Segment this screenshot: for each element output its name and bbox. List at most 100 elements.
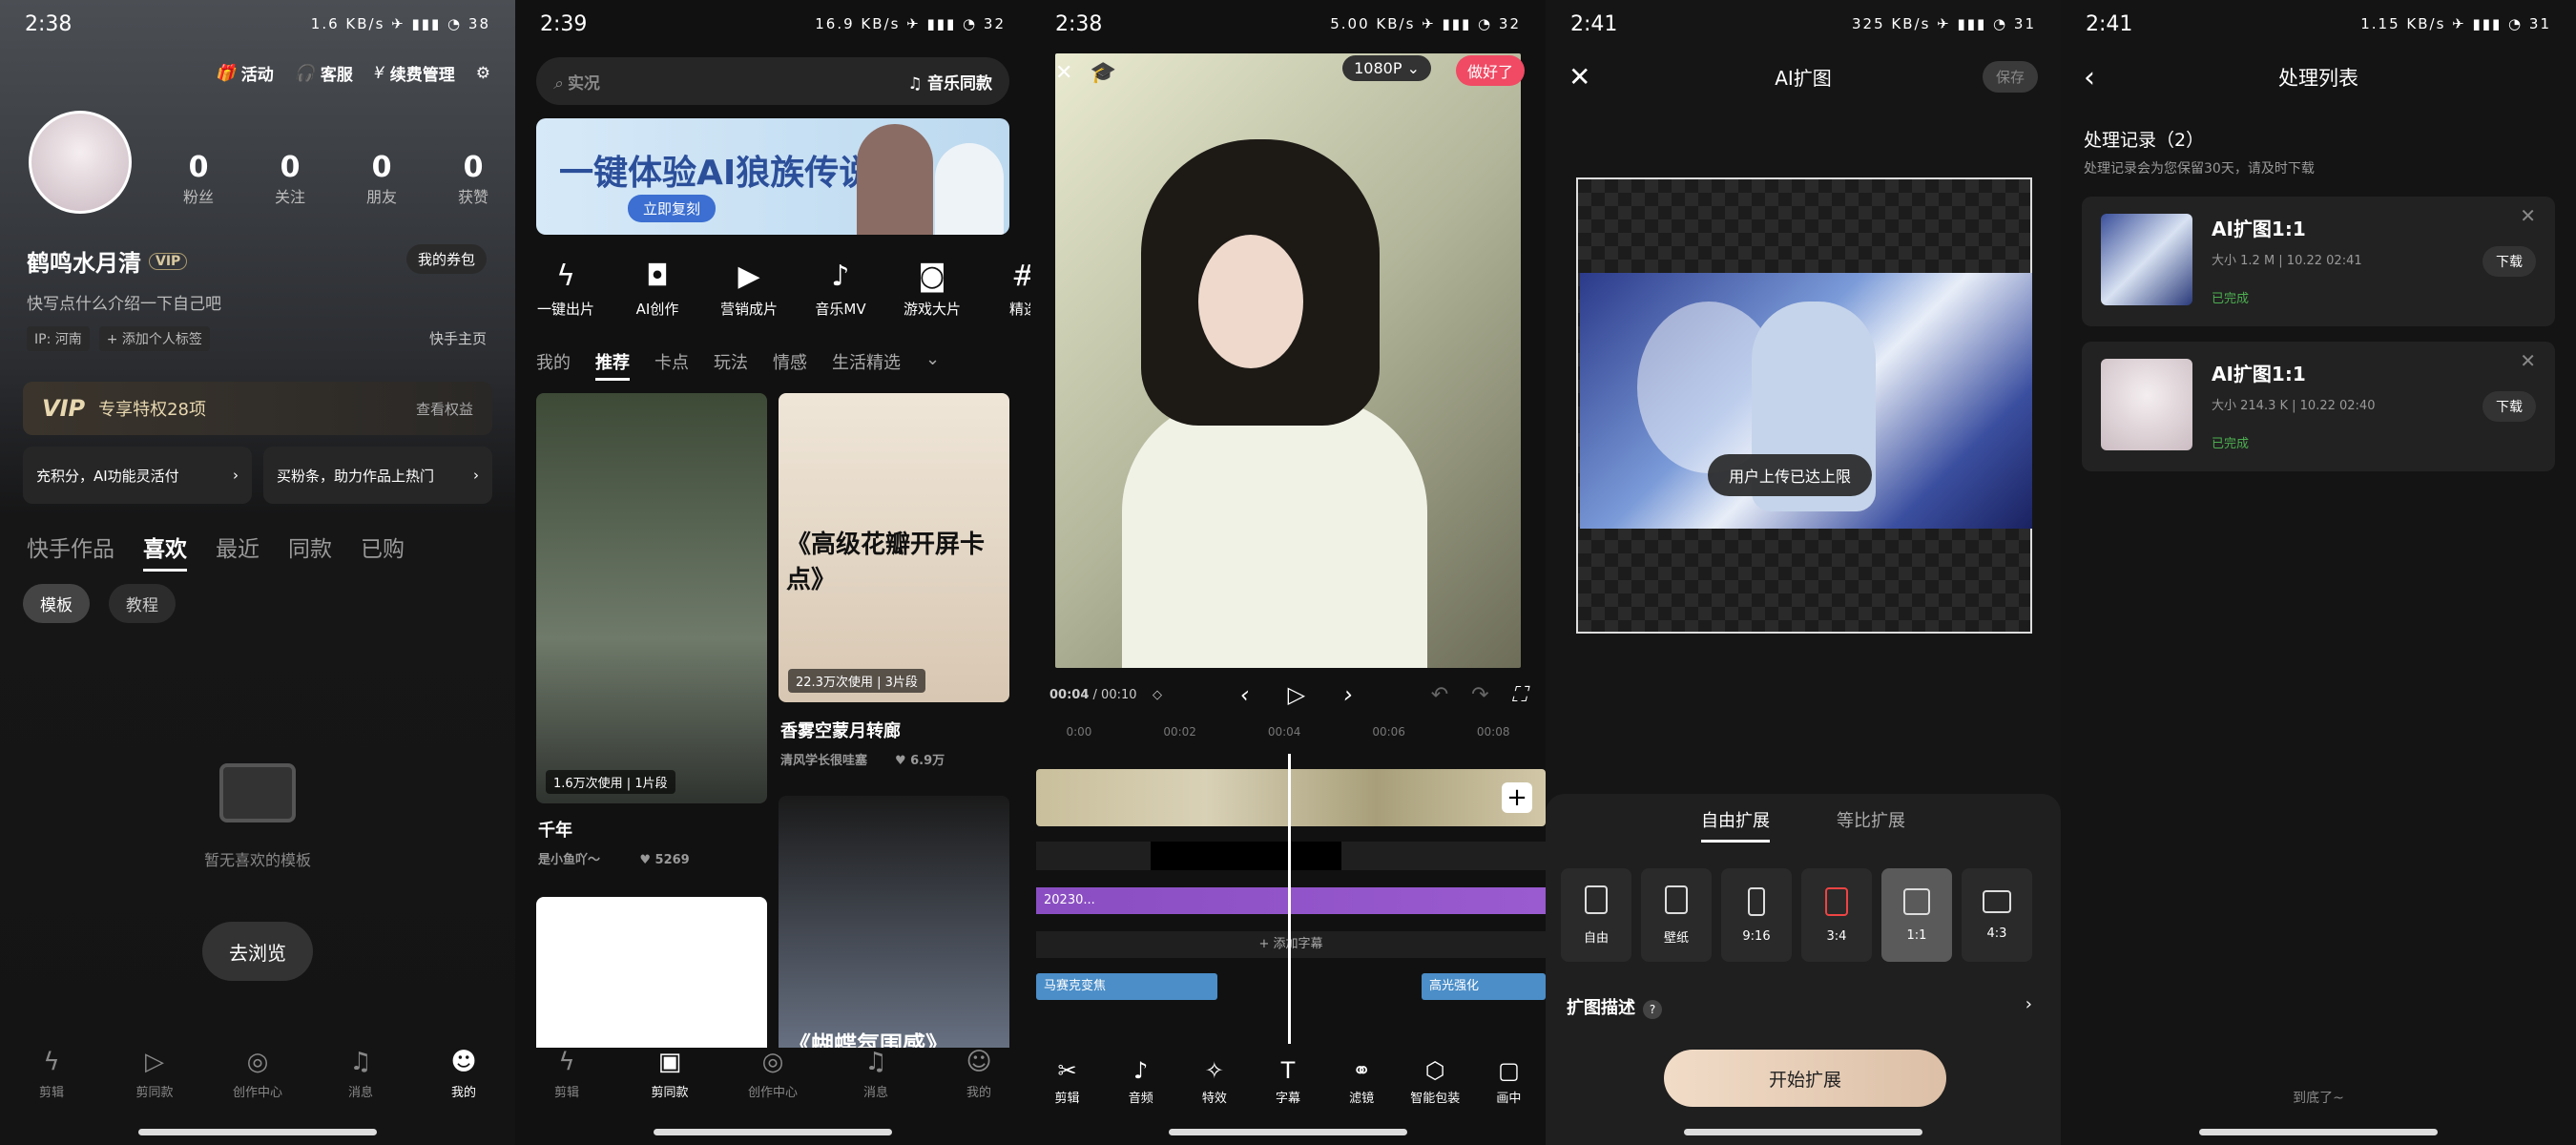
activity-link[interactable]: 🎁 活动 xyxy=(216,61,274,86)
undo-icon[interactable]: ↶ xyxy=(1431,683,1448,707)
chevron-down-icon[interactable]: ⌄ xyxy=(925,349,940,381)
browse-button[interactable]: 去浏览 xyxy=(202,922,313,981)
template-card[interactable] xyxy=(536,897,767,1059)
tool-subtitle[interactable]: T 字幕 xyxy=(1257,1057,1319,1106)
tool-pip[interactable]: ▢ 画中 xyxy=(1477,1057,1540,1106)
nav-me[interactable]: ☻ 我的 xyxy=(421,1048,507,1100)
add-tag-button[interactable]: + 添加个人标签 xyxy=(98,326,210,351)
settings-icon[interactable]: ⚙ xyxy=(476,61,490,85)
ratio-wallpaper[interactable]: 壁纸 xyxy=(1641,868,1712,962)
search-input[interactable]: ⌕ 实况 ♫ 音乐同款 xyxy=(536,57,1009,105)
done-button[interactable]: 做好了 xyxy=(1455,55,1525,86)
list-item[interactable]: AI扩图1:1 大小 214.3 K | 10.22 02:40 已完成 下载 … xyxy=(2082,342,2555,471)
video-track[interactable]: + xyxy=(1036,769,1546,826)
stat-fans[interactable]: 0 粉丝 xyxy=(153,151,244,207)
feat-game[interactable]: ◙ 游戏大片 xyxy=(889,260,975,319)
music-track[interactable]: 20230... xyxy=(1036,887,1546,914)
help-icon[interactable]: ? xyxy=(1643,1000,1662,1019)
redo-icon[interactable]: ↷ xyxy=(1471,683,1488,707)
music-same-button[interactable]: ♫ 音乐同款 xyxy=(907,70,992,94)
ratio-9-16[interactable]: 9:16 xyxy=(1721,868,1792,962)
nav-create[interactable]: ◎ 创作中心 xyxy=(215,1048,301,1100)
homepage-link[interactable]: 快手主页 xyxy=(429,328,487,348)
play-icon[interactable]: ▷ xyxy=(1288,681,1305,708)
stat-likes[interactable]: 0 获赞 xyxy=(427,151,515,207)
feat-featured[interactable]: #精选 xyxy=(981,260,1030,319)
service-link[interactable]: 🎧 客服 xyxy=(295,61,353,86)
nav-messages[interactable]: ♫ 消息 xyxy=(318,1048,404,1100)
cat-life[interactable]: 生活精选 xyxy=(832,349,901,381)
renew-link[interactable]: ¥ 续费管理 xyxy=(374,61,455,86)
vip-bar[interactable]: VIP 专享特权28项 查看权益 xyxy=(23,382,492,435)
promo-points[interactable]: 充积分，AI功能灵活付 › xyxy=(23,447,252,504)
nav-edit[interactable]: ϟ 剪辑 xyxy=(524,1048,610,1100)
add-subtitle-button[interactable]: + 添加字幕 xyxy=(1036,931,1546,958)
tool-package[interactable]: ⬡ 智能包装 xyxy=(1403,1057,1466,1106)
prev-icon[interactable]: ‹ xyxy=(1240,681,1250,708)
promo-boost[interactable]: 买粉条，助力作品上热门 › xyxy=(263,447,492,504)
tab-likes[interactable]: 喜欢 xyxy=(143,531,187,572)
feat-one-click[interactable]: ϟ 一键出片 xyxy=(523,260,609,319)
tab-same[interactable]: 同款 xyxy=(288,531,332,572)
close-icon[interactable]: ✕ xyxy=(2520,204,2536,227)
template-card[interactable]: 1.6万次使用 | 1片段 xyxy=(536,393,767,803)
playhead[interactable] xyxy=(1288,754,1291,1044)
effect-track[interactable] xyxy=(1036,842,1546,870)
download-button[interactable]: 下载 xyxy=(2483,391,2536,422)
next-icon[interactable]: › xyxy=(1343,681,1353,708)
feat-marketing[interactable]: ▶ 营销成片 xyxy=(706,260,792,319)
effect-clip-highlight[interactable]: 高光强化 xyxy=(1422,973,1546,1000)
home-indicator[interactable] xyxy=(138,1129,377,1135)
tab-works[interactable]: 快手作品 xyxy=(27,531,114,572)
stat-friends[interactable]: 0 朋友 xyxy=(336,151,427,207)
cat-emotion[interactable]: 情感 xyxy=(773,349,807,381)
ratio-3-4[interactable]: 3:4 xyxy=(1801,868,1872,962)
home-indicator[interactable] xyxy=(2199,1129,2438,1135)
coupon-button[interactable]: 我的券包 xyxy=(405,244,487,274)
ratio-1-1[interactable]: 1:1 xyxy=(1881,868,1952,962)
nav-edit[interactable]: ϟ 剪辑 xyxy=(9,1048,94,1100)
close-icon[interactable]: ✕ xyxy=(1568,61,1590,93)
nav-create[interactable]: ◎ 创作中心 xyxy=(730,1048,816,1100)
stat-following[interactable]: 0 关注 xyxy=(244,151,336,207)
expand-canvas[interactable]: 用户上传已达上限 xyxy=(1576,177,2032,634)
feat-ai-create[interactable]: ◘ AI创作 xyxy=(614,260,700,319)
effect-clip-mosaic[interactable]: 马赛克变焦 xyxy=(1036,973,1217,1000)
close-icon[interactable]: ✕ xyxy=(1055,61,1072,85)
template-card[interactable]: 《高级花瓣开屏卡点》 22.3万次使用 | 3片段 xyxy=(779,393,1009,702)
cat-recommend[interactable]: 推荐 xyxy=(595,349,630,381)
vip-link[interactable]: 查看权益 xyxy=(416,399,473,419)
keyframe-icon[interactable]: ◇ xyxy=(1153,688,1162,702)
tab-free-expand[interactable]: 自由扩展 xyxy=(1701,807,1770,843)
resolution-select[interactable]: 1080P ⌄ xyxy=(1342,55,1431,81)
video-preview[interactable] xyxy=(1055,53,1521,668)
nav-messages[interactable]: ♫ 消息 xyxy=(833,1048,919,1100)
promo-banner[interactable]: 一键体验AI狼族传说 立即复刻 xyxy=(536,118,1009,235)
avatar[interactable] xyxy=(29,111,132,214)
template-card[interactable]: 《蝴蝶氛围感》 xyxy=(779,796,1009,1059)
ratio-free[interactable]: 自由 xyxy=(1561,868,1631,962)
tool-edit[interactable]: ✂ 剪辑 xyxy=(1036,1057,1099,1106)
chip-tutorial[interactable]: 教程 xyxy=(109,584,176,623)
banner-button[interactable]: 立即复刻 xyxy=(628,195,717,222)
list-item[interactable]: AI扩图1:1 大小 1.2 M | 10.22 02:41 已完成 下载 ✕ xyxy=(2082,197,2555,326)
home-indicator[interactable] xyxy=(1684,1129,1922,1135)
back-icon[interactable]: ‹ xyxy=(2084,61,2095,94)
graduation-cap-icon[interactable]: 🎓 xyxy=(1090,61,1115,85)
ratio-4-3[interactable]: 4:3 xyxy=(1962,868,2032,962)
tab-recent[interactable]: 最近 xyxy=(216,531,260,572)
download-button[interactable]: 下载 xyxy=(2483,246,2536,277)
nav-template[interactable]: ▣ 剪同款 xyxy=(627,1048,713,1100)
bio-text[interactable]: 快写点什么介绍一下自己吧 xyxy=(27,290,221,314)
tool-audio[interactable]: ♪ 音频 xyxy=(1110,1057,1173,1106)
cat-mine[interactable]: 我的 xyxy=(536,349,571,381)
close-icon[interactable]: ✕ xyxy=(2520,349,2536,372)
fullscreen-icon[interactable]: ⛶ xyxy=(1512,683,1527,707)
cat-beat[interactable]: 卡点 xyxy=(654,349,689,381)
chip-template[interactable]: 模板 xyxy=(23,584,90,623)
home-indicator[interactable] xyxy=(654,1129,892,1135)
home-indicator[interactable] xyxy=(1169,1129,1407,1135)
tab-ratio-expand[interactable]: 等比扩展 xyxy=(1837,807,1905,843)
feat-music-mv[interactable]: ♪ 音乐MV xyxy=(798,260,883,319)
nav-template[interactable]: ▷ 剪同款 xyxy=(112,1048,197,1100)
